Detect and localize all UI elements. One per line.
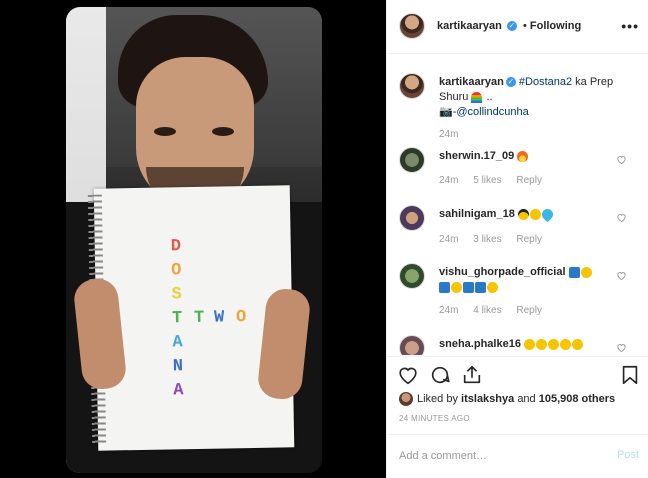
- like-comment-heart-icon[interactable]: [616, 154, 627, 165]
- notebook-letter: O: [171, 261, 182, 281]
- photo-eye-left: [154, 127, 176, 136]
- caption-trailing: ..: [486, 91, 493, 103]
- post-button[interactable]: Post: [617, 449, 639, 461]
- post-media[interactable]: D O S T A N A T W O: [0, 0, 386, 478]
- like-comment-heart-icon[interactable]: [616, 342, 627, 353]
- smile-emoji-icon: [548, 338, 559, 350]
- anchor-emoji-icon: [439, 281, 450, 293]
- comment-body: sahilnigam_18: [439, 206, 619, 222]
- comment-likes[interactable]: 4 likes: [473, 305, 501, 316]
- comment-time: 24m: [439, 175, 459, 186]
- verified-badge-icon: ✓: [506, 21, 517, 32]
- reply-button[interactable]: Reply: [516, 234, 542, 245]
- caption-mention[interactable]: @collindcunha: [456, 106, 528, 118]
- notebook-lettering: D O S T A N A T W O: [171, 236, 264, 438]
- smile-emoji-icon: [524, 338, 535, 350]
- caption-time: 24m: [439, 129, 459, 140]
- comment-username[interactable]: vishu_ghorpade_official: [439, 266, 566, 278]
- comment-time: 24m: [439, 234, 459, 245]
- comment-input[interactable]: [399, 447, 599, 465]
- comment-username[interactable]: sneha.phalke16: [439, 338, 521, 350]
- reply-button[interactable]: Reply: [516, 305, 542, 316]
- avatar[interactable]: [399, 205, 425, 231]
- notebook-letter: N: [172, 357, 184, 377]
- notebook-letter: O: [235, 308, 247, 328]
- like-heart-icon[interactable]: [397, 364, 419, 386]
- comment-body: vishu_ghorpade_official: [439, 265, 619, 295]
- likes-summary: Liked by itslakshya and 105,908 others: [399, 391, 615, 407]
- smile-emoji-icon: [451, 281, 462, 293]
- notebook-letter: S: [171, 285, 182, 305]
- comment-time: 24m: [439, 305, 459, 316]
- like-comment-heart-icon[interactable]: [616, 212, 627, 223]
- smile-emoji-icon: [580, 266, 592, 278]
- header-username[interactable]: kartikaaryan: [437, 20, 502, 32]
- notebook-letter: A: [173, 381, 184, 401]
- likes-user[interactable]: itslakshya: [461, 393, 514, 405]
- likes-prefix: Liked by: [417, 393, 458, 405]
- media-letterbox: [0, 0, 66, 478]
- rainbow-emoji-icon: [471, 91, 483, 103]
- comment-username[interactable]: sahilnigam_18: [439, 208, 515, 220]
- more-options-icon[interactable]: •••: [621, 18, 639, 34]
- notebook-letter: W: [213, 308, 225, 328]
- action-bar: [387, 356, 648, 392]
- comment-body: sneha.phalke16: [439, 337, 619, 352]
- avatar[interactable]: [399, 13, 425, 39]
- caption-body: kartikaaryan ✓ #Dostana2 ka Prep Shuru ..…: [439, 75, 629, 120]
- caption-username[interactable]: kartikaaryan: [439, 76, 504, 88]
- caption-camera: 📷-: [439, 106, 457, 118]
- notebook-letter: A: [172, 333, 183, 353]
- following-button[interactable]: Following: [530, 20, 581, 32]
- comment-bubble-icon[interactable]: [429, 364, 451, 386]
- avatar[interactable]: [399, 263, 425, 289]
- notebook-letter: T: [171, 309, 183, 329]
- post-photo: D O S T A N A T W O: [66, 7, 322, 473]
- likes-count[interactable]: 105,908 others: [539, 393, 615, 405]
- like-comment-heart-icon[interactable]: [616, 270, 627, 281]
- header-user-line: kartikaaryan ✓ • Following: [437, 20, 581, 32]
- fire-emoji-icon: [517, 150, 529, 162]
- anchor-emoji-icon: [475, 281, 486, 293]
- smile-emoji-icon: [536, 338, 547, 350]
- avatar[interactable]: [399, 73, 425, 99]
- smile-emoji-icon: [560, 338, 571, 350]
- bookmark-icon[interactable]: [619, 364, 641, 386]
- verified-badge-icon: ✓: [505, 77, 516, 88]
- comment-body: sherwin.17_09: [439, 149, 619, 164]
- photo-eye-right: [212, 127, 234, 136]
- notebook-letter: T: [193, 308, 205, 328]
- comment-likes[interactable]: 3 likes: [473, 234, 501, 245]
- comment-meta: 24m 4 likes Reply: [439, 305, 554, 316]
- avatar[interactable]: [399, 147, 425, 173]
- post-header: kartikaaryan ✓ • Following •••: [387, 0, 648, 54]
- caption-hashtag[interactable]: #Dostana2: [519, 76, 572, 88]
- smile-emoji-icon: [487, 281, 498, 293]
- add-comment-bar: Post: [387, 434, 648, 478]
- comment-meta: 24m 3 likes Reply: [439, 234, 554, 245]
- comment-likes[interactable]: 5 likes: [473, 175, 501, 186]
- post-details-panel: kartikaaryan ✓ • Following ••• kartikaar…: [386, 0, 648, 478]
- comments-list[interactable]: kartikaaryan ✓ #Dostana2 ka Prep Shuru ..…: [387, 55, 648, 355]
- avatar[interactable]: [399, 392, 413, 407]
- share-icon[interactable]: [461, 364, 483, 386]
- smile-emoji-icon: [529, 208, 541, 220]
- post-timestamp[interactable]: 24 MINUTES AGO: [399, 414, 470, 423]
- comment-username[interactable]: sherwin.17_09: [439, 150, 514, 162]
- likes-connector: and: [517, 393, 536, 405]
- anchor-emoji-icon: [463, 281, 474, 293]
- sunglasses-emoji-icon: [517, 208, 529, 220]
- notebook-letter: D: [170, 237, 182, 257]
- comment-meta: 24m 5 likes Reply: [439, 175, 554, 186]
- follow-separator: •: [522, 20, 527, 32]
- caption-meta: 24m: [439, 129, 470, 140]
- reply-button[interactable]: Reply: [516, 175, 542, 186]
- anchor-emoji-icon: [568, 266, 580, 278]
- smile-emoji-icon: [572, 338, 583, 350]
- blue-heart-emoji-icon: [539, 206, 556, 222]
- avatar[interactable]: [399, 335, 425, 355]
